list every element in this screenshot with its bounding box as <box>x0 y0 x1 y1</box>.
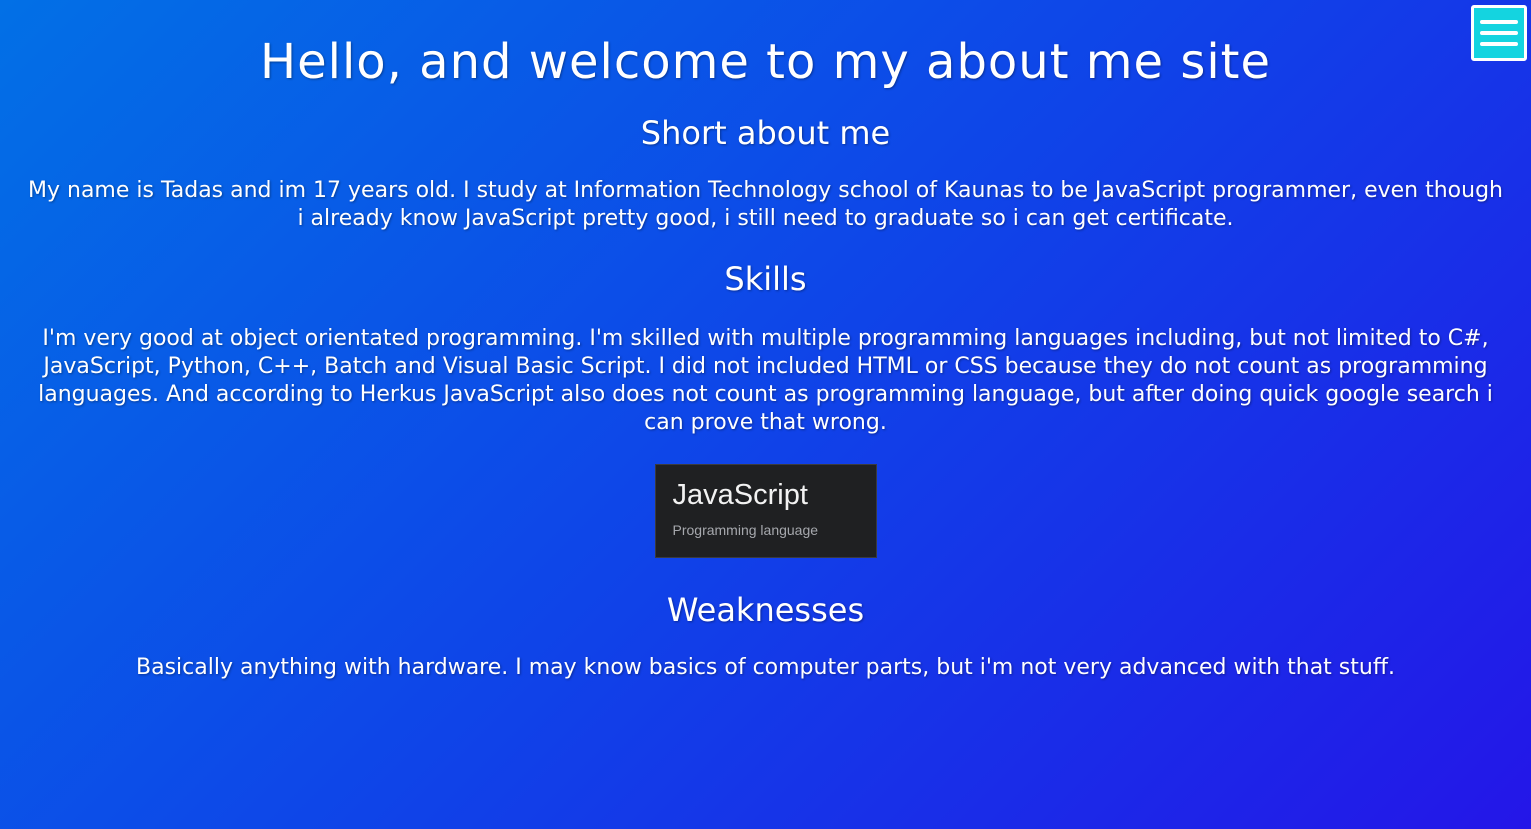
javascript-card-title: JavaScript <box>672 479 808 511</box>
skills-text: I'm very good at object orientated progr… <box>38 326 1493 435</box>
javascript-card-subtitle: Programming language <box>672 522 819 538</box>
hamburger-menu-icon-bar <box>1480 42 1518 46</box>
about-heading: Short about me <box>640 114 891 152</box>
weaknesses-section: Weaknesses Basically anything with hardw… <box>0 590 1531 682</box>
skills-heading: Skills <box>724 260 807 298</box>
weaknesses-heading: Weaknesses <box>666 591 865 629</box>
menu-button[interactable] <box>1471 5 1527 61</box>
hamburger-menu-icon <box>1480 20 1518 24</box>
hamburger-menu-icon-bar <box>1480 31 1518 35</box>
about-section: Short about me My name is Tadas and im 1… <box>0 113 1531 233</box>
weaknesses-text: Basically anything with hardware. I may … <box>136 655 1395 680</box>
javascript-card: JavaScript Programming language <box>654 464 877 558</box>
page-title: Hello, and welcome to my about me site <box>259 34 1272 90</box>
skills-section: Skills I'm very good at object orientate… <box>0 259 1531 558</box>
about-text: My name is Tadas and im 17 years old. I … <box>28 178 1503 231</box>
